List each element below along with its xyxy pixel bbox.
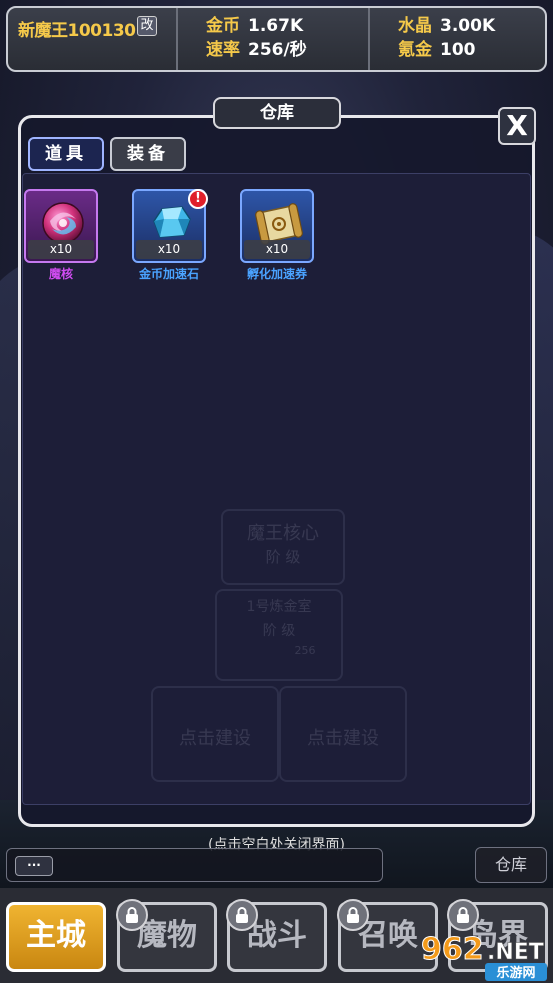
lock-icon [116, 899, 148, 931]
player-section: 新魔王100130 改 [8, 8, 178, 70]
rename-button[interactable]: 改 [137, 16, 157, 36]
gold-row: 金币 1.67K [188, 14, 358, 38]
inventory-item-hatch-ticket[interactable]: x10 孵化加速券 [240, 189, 314, 282]
nav-label: 主城 [26, 918, 86, 953]
inventory-item-magic-core[interactable]: x10 魔核 [24, 189, 98, 282]
krypton-row: 氪金 100 [380, 38, 535, 62]
gold-section: 金币 1.67K 速率 256/秒 [178, 8, 370, 70]
rate-value: 256/秒 [248, 40, 307, 60]
item-count: x10 [28, 240, 94, 259]
nav-label: 战斗 [247, 918, 307, 953]
chat-more-button[interactable]: ··· [15, 856, 53, 876]
ghost-core-title: 魔王核心 [247, 523, 319, 544]
crystal-label: 水晶 [398, 16, 432, 36]
player-name: 新魔王100130 [18, 21, 136, 41]
gold-label: 金币 [206, 16, 240, 36]
warehouse-button[interactable]: 仓库 [475, 847, 547, 883]
krypton-label: 氪金 [398, 40, 432, 60]
alert-badge-icon: ! [188, 189, 208, 209]
ghost-build-label-1: 点击建设 [179, 728, 251, 749]
lock-icon [337, 899, 369, 931]
item-name: 魔核 [48, 267, 73, 281]
svg-text:乐游网: 乐游网 [496, 965, 535, 981]
item-count: x10 [244, 240, 310, 259]
inventory-item-gold-accelerator[interactable]: ! x10 金币加速石 [132, 189, 208, 282]
nav-label: 魔物 [137, 918, 197, 953]
item-count: x10 [136, 240, 202, 259]
nav-monsters[interactable]: 魔物 [116, 899, 217, 972]
ghost-core-level: 阶 级 [265, 548, 301, 566]
rate-label: 速率 [206, 40, 240, 60]
crystal-section: 水晶 3.00K 氪金 100 [370, 8, 545, 70]
ghost-mine-rate: 256 [294, 644, 316, 657]
svg-text:.NET: .NET [487, 940, 544, 965]
ghost-mine-level: 阶 级 [262, 623, 296, 639]
lock-icon [226, 899, 258, 931]
panel-tabs: 道具 装备 [28, 137, 186, 171]
ghost-build-label-2: 点击建设 [307, 728, 379, 749]
item-name: 孵化加速券 [246, 267, 307, 281]
nav-main-city[interactable]: 主城 [6, 902, 106, 972]
panel-title: 仓库 [213, 97, 341, 129]
tab-items[interactable]: 道具 [28, 137, 104, 171]
chat-bar[interactable]: ··· [6, 848, 383, 882]
item-slot[interactable]: x10 [240, 189, 314, 263]
gold-value: 1.67K [248, 16, 304, 36]
site-watermark-logo: 962 .NET 乐游网 [421, 932, 547, 981]
svg-text:962: 962 [421, 932, 484, 967]
close-button[interactable]: X [498, 107, 536, 145]
item-name: 金币加速石 [138, 267, 199, 281]
ghost-mine-title: 1号炼金室 [246, 599, 312, 615]
item-slot[interactable]: x10 [24, 189, 98, 263]
nav-label: 召唤 [358, 918, 418, 953]
tab-equipment[interactable]: 装备 [110, 137, 186, 171]
krypton-value: 100 [440, 40, 476, 60]
rate-row: 速率 256/秒 [188, 38, 358, 62]
nav-battle[interactable]: 战斗 [226, 899, 327, 972]
crystal-value: 3.00K [440, 16, 496, 36]
top-status-bar: 新魔王100130 改 金币 1.67K 速率 256/秒 水晶 3.00K 氪… [6, 6, 547, 72]
crystal-row: 水晶 3.00K [380, 14, 535, 38]
